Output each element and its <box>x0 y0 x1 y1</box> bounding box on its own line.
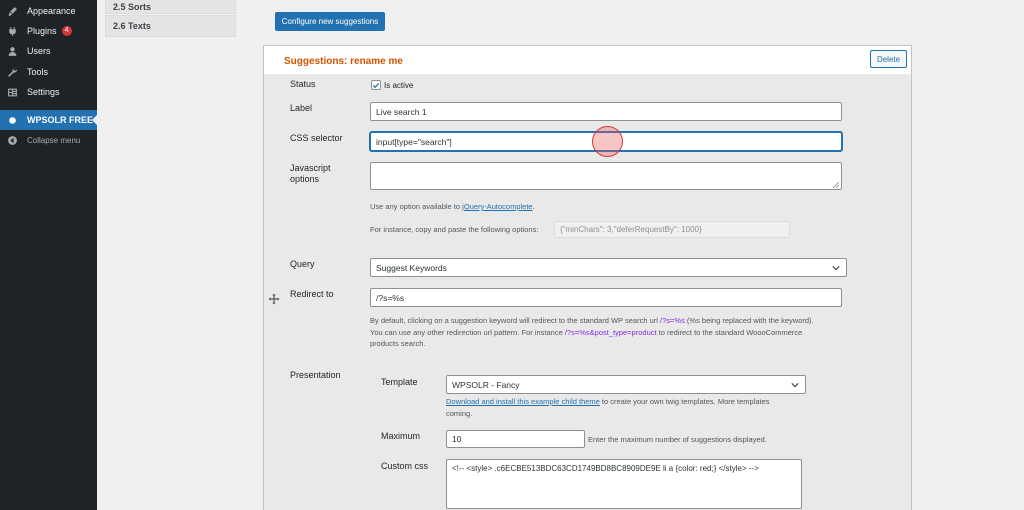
settings-icon <box>6 86 18 98</box>
panel-title: Suggestions: rename me <box>284 56 403 67</box>
resize-handle-icon[interactable] <box>833 182 839 188</box>
help-text: coming. <box>446 408 473 418</box>
sidebar-item-plugins[interactable]: Plugins 4 <box>0 21 97 41</box>
javascript-options-label: Javascript options <box>290 163 331 184</box>
sidebar-item-label: Appearance <box>27 6 76 16</box>
wpsolr-icon <box>6 114 18 126</box>
help-text: You can use any other redirection url pa… <box>370 327 565 337</box>
help-text: products search. <box>370 339 426 348</box>
plugin-icon <box>6 25 18 37</box>
paintbrush-icon <box>6 5 18 17</box>
sidebar-item-label: Settings <box>27 87 60 97</box>
redirect-input[interactable]: /?s=%s <box>370 288 842 307</box>
help-text: Use any option available to <box>370 202 463 211</box>
admin-sidebar: Appearance Plugins 4 Users Tools Setting… <box>0 0 97 510</box>
sidebar-item-label: Collapse menu <box>27 135 81 145</box>
configure-new-suggestions-button[interactable]: Configure new suggestions <box>275 12 385 31</box>
query-selected-value: Suggest Keywords <box>376 262 447 273</box>
code-snippet: /?s=%s&post_type=product <box>564 327 657 337</box>
tab-label: 2.5 Sorts <box>113 2 152 12</box>
custom-css-textarea[interactable]: <!-- <style> .c6ECBE513BDC63CD1749BD8BC8… <box>446 459 802 509</box>
code-snippet: /?s=%s <box>660 316 685 325</box>
sidebar-item-users[interactable]: Users <box>0 41 97 61</box>
sidebar-item-settings[interactable]: Settings <box>0 82 97 102</box>
jquery-autocomplete-link[interactable]: jQuery-Autocomplete <box>462 202 532 211</box>
template-selected-value: WPSOLR - Fancy <box>452 379 520 390</box>
sidebar-item-label: Users <box>27 46 51 56</box>
collapse-menu-button[interactable]: Collapse menu <box>0 130 97 150</box>
collapse-icon <box>6 134 18 146</box>
template-label: Template <box>381 377 418 387</box>
template-help-text: Download and install this example child … <box>446 396 816 419</box>
status-label: Status <box>290 79 316 89</box>
help-text: (%s being replaced with the keyword). <box>684 316 814 325</box>
checkmark-icon <box>372 82 380 88</box>
custom-css-label: Custom css <box>381 461 429 471</box>
help-text: . <box>532 202 535 211</box>
chevron-down-icon <box>791 383 799 388</box>
template-select[interactable]: WPSOLR - Fancy <box>446 375 806 394</box>
users-icon <box>6 45 18 57</box>
maximum-input[interactable]: 10 <box>446 430 585 448</box>
redirect-help-text: By default, clicking on a suggestion key… <box>370 315 850 350</box>
presentation-label: Presentation <box>290 370 341 380</box>
is-active-label: Is active <box>384 81 414 90</box>
maximum-label: Maximum <box>381 431 421 441</box>
css-selector-label: CSS selector <box>290 133 343 143</box>
help-text: to create your own twig templates. More … <box>599 397 770 406</box>
wrench-icon <box>6 66 18 78</box>
sidebar-item-tools[interactable]: Tools <box>0 62 97 82</box>
sidebar-item-wpsolr[interactable]: WPSOLR FREE <box>0 110 97 130</box>
tab-texts[interactable]: 2.6 Texts <box>105 15 236 37</box>
panel-header: Suggestions: rename me Delete <box>264 46 911 74</box>
maximum-help-text: Enter the maximum number of suggestions … <box>588 435 767 444</box>
move-icon[interactable] <box>268 293 280 305</box>
example-options-input[interactable]: {"minChars": 3,"deferRequestBy": 1000} <box>554 221 790 238</box>
jquery-help-text: Use any option available to jQuery-Autoc… <box>370 201 535 213</box>
sidebar-item-label: WPSOLR FREE <box>27 115 94 125</box>
sidebar-item-label: Plugins <box>27 26 57 36</box>
javascript-options-textarea[interactable] <box>370 162 842 190</box>
click-indicator <box>592 126 623 157</box>
label-input[interactable]: Live search 1 <box>370 102 842 121</box>
help-text: to redirect to the standard WoooCommerce <box>656 327 803 337</box>
example-label: For instance, copy and paste the followi… <box>370 225 539 234</box>
chevron-down-icon <box>832 266 840 271</box>
tab-sorts[interactable]: 2.5 Sorts <box>105 0 236 14</box>
query-select[interactable]: Suggest Keywords <box>370 258 847 277</box>
sidebar-item-appearance[interactable]: Appearance <box>0 1 97 21</box>
delete-button[interactable]: Delete <box>870 50 907 68</box>
sidebar-item-label: Tools <box>27 67 49 77</box>
is-active-checkbox[interactable] <box>371 80 381 90</box>
download-child-theme-link[interactable]: Download and install this example child … <box>446 397 600 406</box>
update-count-badge: 4 <box>61 26 72 36</box>
label-field-label: Label <box>290 103 313 113</box>
redirect-label: Redirect to <box>290 289 334 299</box>
help-text: By default, clicking on a suggestion key… <box>370 316 661 325</box>
tab-label: 2.6 Texts <box>113 21 151 31</box>
query-label: Query <box>290 259 315 269</box>
